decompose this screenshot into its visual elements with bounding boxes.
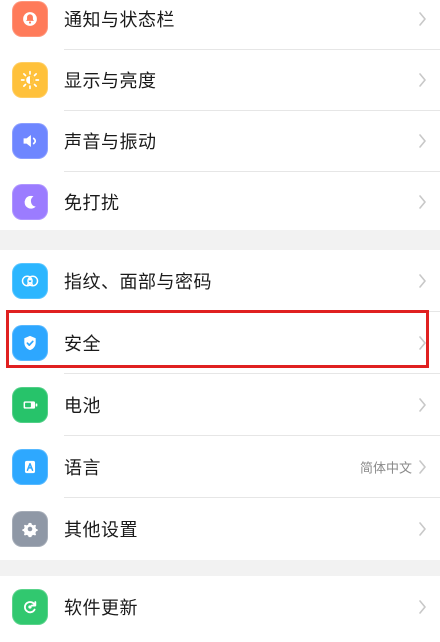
- settings-item-label: 免打扰: [64, 193, 120, 214]
- settings-group-3: 软件更新: [0, 576, 440, 642]
- shield-icon: [12, 325, 48, 361]
- chevron-right-icon: [418, 12, 428, 26]
- chevron-right-icon: [418, 522, 428, 536]
- settings-item-notification-status-bar[interactable]: 通知与状态栏: [0, 0, 440, 50]
- sound-icon: [12, 123, 48, 159]
- settings-item-label: 安全: [64, 334, 101, 355]
- settings-item-label: 显示与亮度: [64, 71, 157, 92]
- settings-item-do-not-disturb[interactable]: 免打扰: [0, 171, 440, 233]
- settings-item-label: 语言: [64, 458, 101, 479]
- settings-screen: 通知与状态栏 显示与亮度 声音与振动 免打扰 指纹、面部与密码 安全 电池 语言…: [0, 0, 440, 642]
- settings-item-label: 通知与状态栏: [64, 10, 175, 31]
- chevron-right-icon: [418, 460, 428, 474]
- chevron-right-icon: [418, 73, 428, 87]
- settings-item-sound-vibration[interactable]: 声音与振动: [0, 110, 440, 172]
- chevron-right-icon: [418, 336, 428, 350]
- moon-icon: [12, 184, 48, 220]
- settings-item-display-brightness[interactable]: 显示与亮度: [0, 49, 440, 111]
- chevron-right-icon: [418, 195, 428, 209]
- settings-item-security[interactable]: 安全: [0, 312, 440, 374]
- settings-group-1: 通知与状态栏 显示与亮度 声音与振动 免打扰: [0, 0, 440, 230]
- chevron-right-icon: [418, 134, 428, 148]
- chevron-right-icon: [418, 274, 428, 288]
- fingerprint-face-icon: [12, 263, 48, 299]
- settings-item-software-update[interactable]: 软件更新: [0, 576, 440, 638]
- settings-group-2: 指纹、面部与密码 安全 电池 语言 简体中文 其他设置: [0, 250, 440, 560]
- brightness-icon: [12, 62, 48, 98]
- settings-item-label: 软件更新: [64, 598, 138, 619]
- settings-item-other-settings[interactable]: 其他设置: [0, 498, 440, 560]
- chevron-right-icon: [418, 398, 428, 412]
- language-icon: [12, 449, 48, 485]
- settings-item-label: 指纹、面部与密码: [64, 272, 212, 293]
- settings-item-battery[interactable]: 电池: [0, 374, 440, 436]
- notification-icon: [12, 1, 48, 37]
- settings-item-label: 声音与振动: [64, 132, 157, 153]
- settings-item-label: 电池: [64, 396, 101, 417]
- settings-item-label: 其他设置: [64, 520, 138, 541]
- language-current-value: 简体中文: [359, 461, 412, 477]
- gear-icon: [12, 511, 48, 547]
- update-icon: [12, 589, 48, 625]
- chevron-right-icon: [418, 600, 428, 614]
- settings-item-language[interactable]: 语言 简体中文: [0, 436, 440, 498]
- battery-icon: [12, 387, 48, 423]
- settings-item-fingerprint-face-password[interactable]: 指纹、面部与密码: [0, 250, 440, 312]
